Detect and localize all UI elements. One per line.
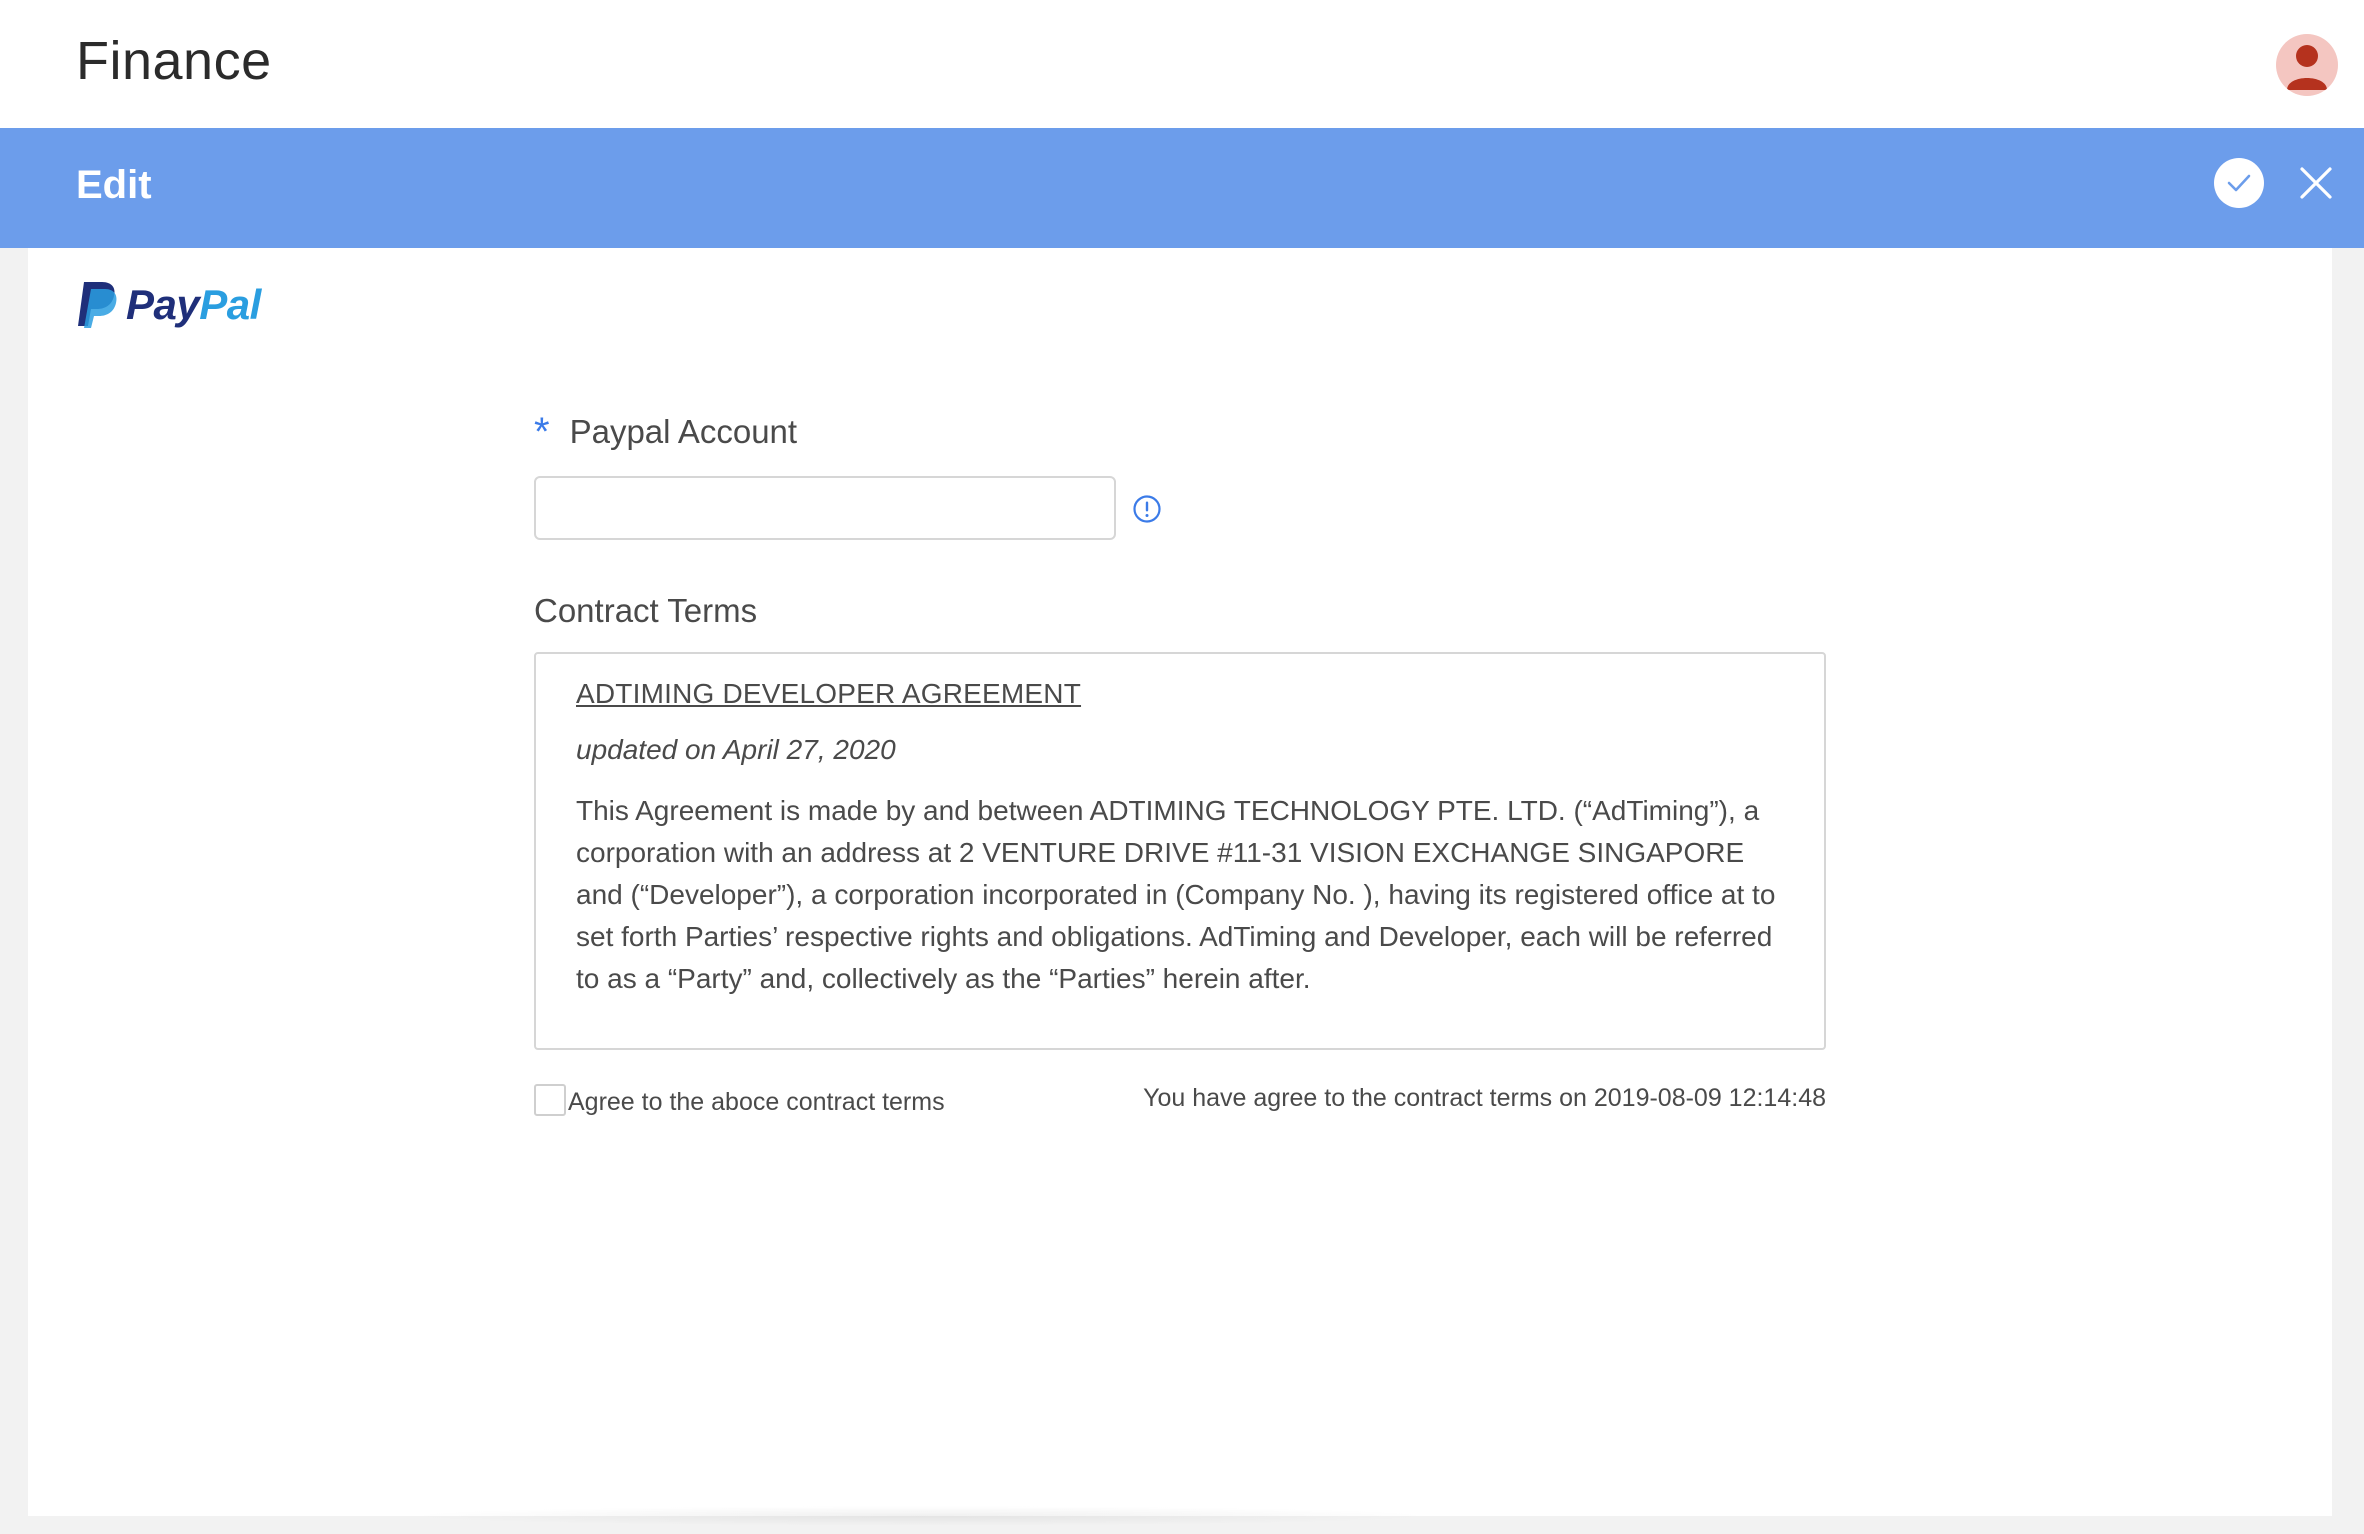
terms-heading: ADTIMING DEVELOPER AGREEMENT xyxy=(576,678,1082,709)
user-avatar-icon[interactable] xyxy=(2276,34,2338,96)
terms-body: This Agreement is made by and between AD… xyxy=(576,795,1776,994)
close-button[interactable] xyxy=(2296,158,2336,208)
terms-updated-date: updated on April 27, 2020 xyxy=(576,734,896,765)
required-asterisk: * xyxy=(534,410,550,454)
paypal-account-label: * Paypal Account xyxy=(534,412,797,452)
top-bar: Finance xyxy=(0,0,2364,128)
paypal-wordmark-pay: Pay xyxy=(126,281,200,328)
edit-title: Edit xyxy=(76,163,152,207)
info-circle-icon[interactable] xyxy=(1132,494,1162,524)
user-avatar-glyph xyxy=(2287,45,2327,90)
agree-status-text: You have agree to the contract terms on … xyxy=(1143,1084,1826,1112)
agree-checkbox[interactable] xyxy=(534,1083,566,1116)
app-title: Finance xyxy=(76,31,272,91)
paypal-logo: PayPal xyxy=(76,278,261,332)
agree-label: Agree to the aboce contract terms xyxy=(568,1088,945,1116)
contract-terms-box[interactable]: ADTIMING DEVELOPER AGREEMENT updated on … xyxy=(534,652,1826,1050)
paypal-account-label-text: Paypal Account xyxy=(569,413,798,450)
paypal-wordmark: PayPal xyxy=(126,281,261,329)
paypal-p-icon xyxy=(78,282,117,328)
paypal-account-input[interactable] xyxy=(534,476,1116,540)
edit-bar: Edit xyxy=(0,128,2364,248)
check-icon xyxy=(2227,174,2251,192)
contract-terms-label: Contract Terms xyxy=(534,592,758,629)
panel-shadow xyxy=(400,1506,1440,1526)
close-icon xyxy=(2300,167,2332,199)
confirm-button[interactable] xyxy=(2214,158,2264,208)
paypal-wordmark-pal: Pal xyxy=(199,281,261,328)
agree-row: Agree to the aboce contract terms xyxy=(534,1082,945,1117)
